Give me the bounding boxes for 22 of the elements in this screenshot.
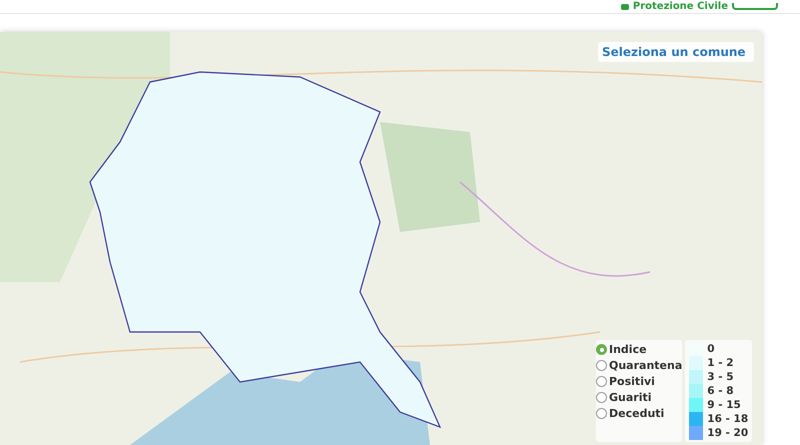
legend-label: 19 - 20	[707, 427, 748, 439]
layer-option[interactable]: Quarantena	[596, 358, 682, 373]
radio-button[interactable]	[596, 408, 607, 419]
legend-label: 0	[707, 343, 715, 355]
radio-button[interactable]	[596, 376, 607, 387]
legend-label: 16 - 18	[707, 413, 748, 425]
layer-option[interactable]: Guariti	[596, 390, 682, 405]
layer-option[interactable]: Indice	[596, 342, 682, 357]
radio-button[interactable]	[596, 392, 607, 403]
radio-button[interactable]	[596, 360, 607, 371]
legend-label: 6 - 8	[707, 385, 734, 397]
logo-text: Protezione Civile	[632, 0, 728, 13]
search-title[interactable]: Seleziona un comune	[598, 42, 754, 62]
legend-label: 3 - 5	[707, 371, 734, 383]
radio-button[interactable]	[596, 344, 607, 355]
legend-label: 1 - 2	[707, 357, 734, 369]
layer-option[interactable]: Deceduti	[596, 406, 682, 421]
map[interactable]: Seleziona un comune Indice Quarantena Positivi Guariti Deceduti 0 1 - 2 3 - 5 6 - 8 9 - 15 16 - 18 19 - 20	[0, 32, 762, 445]
layer-option[interactable]: Positivi	[596, 374, 682, 389]
legend-label: 9 - 15	[707, 399, 741, 411]
logo-bar-icon	[732, 3, 778, 10]
logo-icon	[620, 4, 629, 10]
